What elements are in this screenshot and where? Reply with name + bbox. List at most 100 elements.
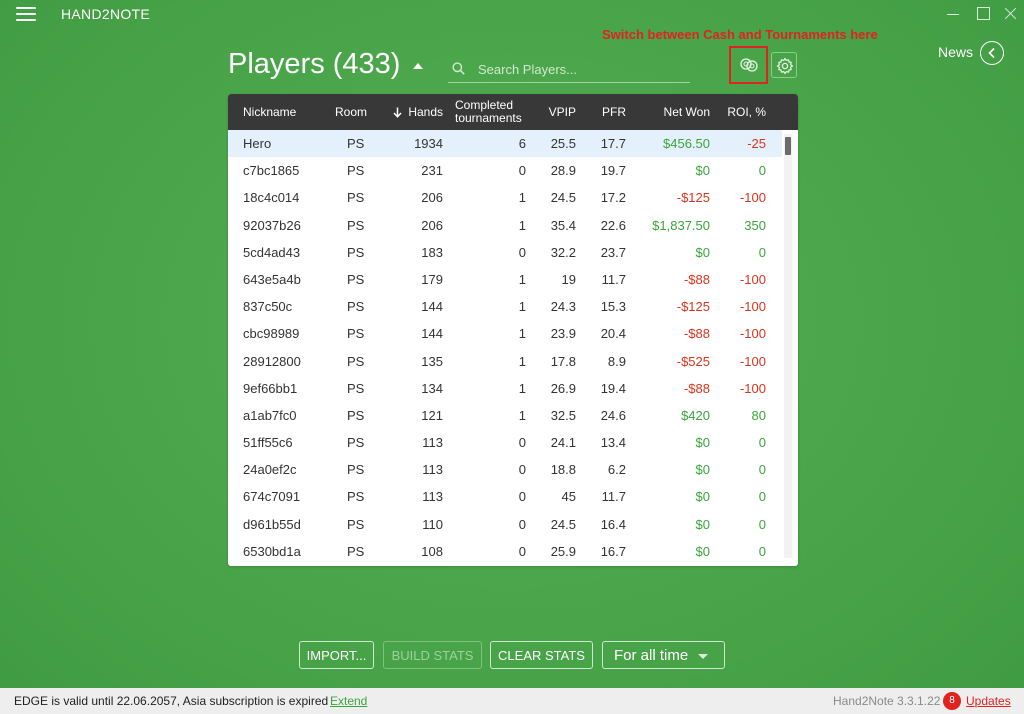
cell-nickname: 51ff55c6: [243, 435, 293, 451]
build-stats-button[interactable]: BUILD STATS: [383, 641, 482, 669]
cash-tournament-switch-button[interactable]: [737, 54, 761, 76]
clear-stats-button[interactable]: CLEAR STATS: [490, 641, 593, 669]
cell-net-won: $0: [695, 163, 710, 179]
table-row[interactable]: a1ab7fc0 PS 121 1 32.5 24.6 $420 80: [228, 402, 782, 429]
title-bar: HAND2NOTE: [0, 0, 1024, 28]
table-row[interactable]: d961b55d PS 110 0 24.5 16.4 $0 0: [228, 511, 782, 538]
table-row[interactable]: cbc98989 PS 144 1 23.9 20.4 -$88 -100: [228, 320, 782, 347]
cell-roi: -100: [739, 271, 766, 287]
hamburger-menu-icon[interactable]: [16, 7, 36, 21]
cell-nickname: 18c4c014: [243, 190, 300, 206]
cell-net-won: $0: [695, 543, 710, 559]
app-version: Hand2Note 3.3.1.22: [833, 694, 941, 708]
cell-roi: -100: [739, 190, 766, 206]
table-row[interactable]: 674c7091 PS 113 0 45 11.7 $0 0: [228, 483, 782, 510]
maximize-button[interactable]: [973, 4, 993, 24]
cell-nickname: 6530bd1a: [243, 543, 301, 559]
cell-net-won: -$88: [683, 271, 710, 287]
cell-hands: 134: [421, 380, 443, 396]
cell-room: PS: [347, 163, 365, 179]
cell-nickname: 92037b26: [243, 217, 301, 233]
cell-nickname: a1ab7fc0: [243, 407, 297, 423]
import-button[interactable]: IMPORT...: [299, 641, 374, 669]
cell-roi: -100: [739, 380, 766, 396]
time-filter-dropdown[interactable]: For all time: [602, 641, 725, 669]
cell-completed: 1: [518, 271, 526, 287]
column-header-completed-tournaments[interactable]: Completed tournaments: [455, 94, 533, 130]
table-row[interactable]: 92037b26 PS 206 1 35.4 22.6 $1,837.50 350: [228, 212, 782, 239]
table-row[interactable]: 28912800 PS 135 1 17.8 8.9 -$525 -100: [228, 348, 782, 375]
cell-hands: 108: [421, 543, 443, 559]
page-title: Players (433): [228, 48, 401, 80]
table-row[interactable]: 51ff55c6 PS 113 0 24.1 13.4 $0 0: [228, 429, 782, 456]
cell-net-won: $0: [695, 435, 710, 451]
table-row[interactable]: 5cd4ad43 PS 183 0 32.2 23.7 $0 0: [228, 239, 782, 266]
cell-roi: -25: [747, 136, 766, 151]
cell-hands: 110: [422, 516, 443, 532]
column-header-pfr[interactable]: PFR: [588, 94, 626, 130]
cell-hands: 121: [421, 407, 443, 423]
cell-vpip: 32.5: [550, 407, 576, 423]
scrollbar-thumb[interactable]: [785, 137, 791, 155]
cell-room: PS: [347, 271, 365, 287]
cell-nickname: 28912800: [243, 353, 301, 369]
news-toggle-button[interactable]: [980, 41, 1004, 65]
table-row[interactable]: c7bc1865 PS 231 0 28.9 19.7 $0 0: [228, 157, 782, 184]
cell-net-won: $0: [695, 244, 710, 260]
column-header-room[interactable]: Room: [335, 94, 367, 130]
column-header-hands[interactable]: Hands: [388, 94, 443, 130]
cell-completed: 1: [518, 190, 526, 206]
column-header-nickname[interactable]: Nickname: [243, 94, 296, 130]
cell-pfr: 11.7: [601, 489, 626, 505]
arrow-down-icon: [393, 107, 402, 118]
cell-pfr: 17.7: [600, 136, 626, 151]
column-header-vpip[interactable]: VPIP: [538, 94, 576, 130]
cell-net-won: -$88: [683, 380, 710, 396]
cell-vpip: 19: [561, 271, 576, 287]
settings-button[interactable]: [771, 52, 797, 78]
cell-net-won: -$525: [676, 353, 710, 369]
cell-net-won: -$125: [676, 190, 710, 206]
cell-net-won: $0: [695, 462, 710, 478]
extend-link[interactable]: Extend: [330, 694, 367, 708]
search-input[interactable]: [478, 59, 683, 79]
cell-hands: 113: [422, 489, 443, 505]
cell-room: PS: [347, 190, 365, 206]
table-row[interactable]: 643e5a4b PS 179 1 19 11.7 -$88 -100: [228, 266, 782, 293]
table-scrollbar[interactable]: [784, 134, 792, 558]
column-header-roi[interactable]: ROI, %: [723, 94, 766, 130]
cell-pfr: 11.7: [601, 271, 626, 287]
cell-room: PS: [347, 489, 365, 505]
cell-nickname: 837c50c: [243, 299, 293, 315]
table-row[interactable]: 837c50c PS 144 1 24.3 15.3 -$125 -100: [228, 293, 782, 320]
cell-vpip: 17.8: [550, 353, 576, 369]
column-header-net-won[interactable]: Net Won: [648, 94, 710, 130]
time-filter-label: For all time: [614, 646, 689, 664]
cell-vpip: 18.8: [550, 462, 576, 478]
cell-vpip: 28.9: [550, 163, 576, 179]
cell-vpip: 35.4: [550, 217, 576, 233]
cell-completed: 0: [518, 244, 526, 260]
cell-room: PS: [347, 217, 365, 233]
cell-vpip: 45: [561, 489, 576, 505]
cell-hands: 144: [421, 299, 443, 315]
table-row[interactable]: 9ef66bb1 PS 134 1 26.9 19.4 -$88 -100: [228, 375, 782, 402]
cell-hands: 113: [422, 435, 443, 451]
minimize-button[interactable]: [943, 4, 963, 24]
cell-hands: 113: [422, 462, 443, 478]
cell-nickname: c7bc1865: [243, 163, 300, 179]
cell-pfr: 15.3: [600, 299, 626, 315]
cell-room: PS: [347, 380, 365, 396]
close-window-button[interactable]: [1001, 4, 1021, 24]
table-row[interactable]: 24a0ef2c PS 113 0 18.8 6.2 $0 0: [228, 456, 782, 483]
cell-net-won: -$125: [676, 299, 710, 315]
cell-completed: 0: [518, 462, 526, 478]
table-header: Nickname Room Hands Completed tournament…: [228, 94, 798, 130]
news-label[interactable]: News: [938, 44, 973, 60]
table-row[interactable]: 6530bd1a PS 108 0 25.9 16.7 $0 0: [228, 538, 782, 565]
updates-link[interactable]: Updates: [966, 694, 1011, 708]
table-row[interactable]: 18c4c014 PS 206 1 24.5 17.2 -$125 -100: [228, 184, 782, 211]
table-row[interactable]: Hero PS 1934 6 25.5 17.7 $456.50 -25: [228, 130, 782, 158]
caret-up-icon[interactable]: [413, 63, 423, 69]
cell-pfr: 6.2: [607, 462, 626, 478]
